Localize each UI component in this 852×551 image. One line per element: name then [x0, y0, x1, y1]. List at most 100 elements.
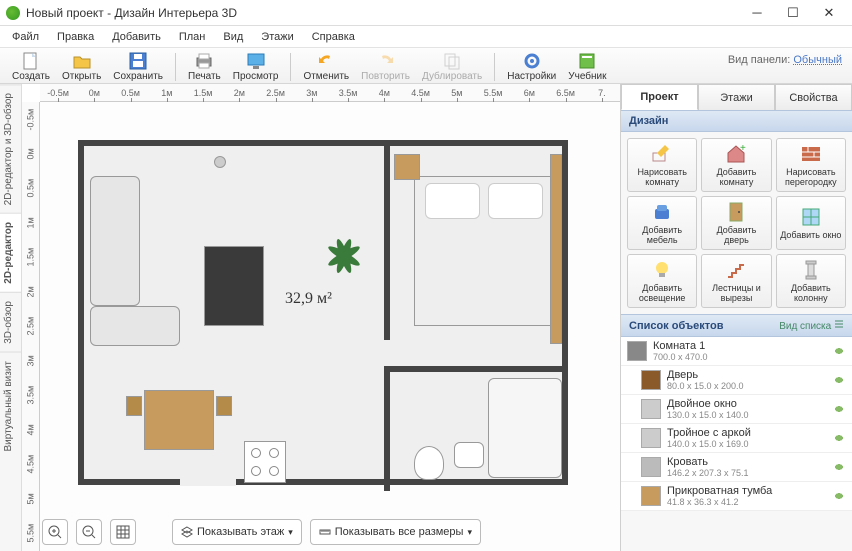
show-dimensions-button[interactable]: Показывать все размеры▾	[310, 519, 481, 545]
menu-edit[interactable]: Правка	[49, 29, 102, 45]
panel-mode-link[interactable]: Обычный	[793, 54, 842, 66]
sink[interactable]	[454, 442, 484, 468]
print-button[interactable]: Печать	[182, 50, 227, 83]
tab-properties[interactable]: Свойства	[775, 84, 852, 110]
create-button[interactable]: Создать	[6, 50, 56, 83]
open-button[interactable]: Открыть	[56, 50, 107, 83]
tab-floors[interactable]: Этажи	[698, 84, 775, 110]
close-button[interactable]: ✕	[812, 2, 846, 24]
new-file-icon	[21, 51, 41, 71]
object-list: Комната 1700.0 x 470.0 Дверь80.0 x 15.0 …	[621, 337, 852, 551]
partition-wall[interactable]	[384, 366, 568, 372]
wardrobe[interactable]	[550, 154, 562, 344]
preview-button[interactable]: Просмотр	[227, 50, 285, 83]
object-dims: 130.0 x 15.0 x 140.0	[667, 410, 826, 420]
separator	[494, 53, 495, 81]
layers-icon	[181, 526, 193, 538]
chair[interactable]	[126, 396, 142, 416]
object-row[interactable]: Двойное окно130.0 x 15.0 x 140.0	[621, 395, 852, 424]
object-row[interactable]: Дверь80.0 x 15.0 x 200.0	[621, 366, 852, 395]
menu-plan[interactable]: План	[171, 29, 214, 45]
object-row[interactable]: Тройное с аркой140.0 x 15.0 x 169.0	[621, 424, 852, 453]
table-icon	[641, 486, 661, 506]
maximize-button[interactable]: ☐	[776, 2, 810, 24]
door-icon	[725, 201, 747, 223]
undo-button[interactable]: Отменить	[297, 50, 355, 83]
ruler-horizontal: -0.5м0м0.5м1м1.5м2м2.5м3м3.5м4м4.5м5м5.5…	[40, 84, 620, 102]
draw-room-button[interactable]: Нарисовать комнату	[627, 138, 697, 192]
visibility-toggle[interactable]	[832, 491, 846, 501]
settings-button[interactable]: Настройки	[501, 50, 562, 83]
save-button[interactable]: Сохранить	[107, 50, 169, 83]
object-row[interactable]: Прикроватная тумба41.8 x 36.3 x 41.2	[621, 482, 852, 511]
partition-wall[interactable]	[384, 140, 390, 340]
add-window-button[interactable]: Добавить окно	[776, 196, 846, 250]
floorplan-stage[interactable]: 32,9 м²	[40, 102, 620, 551]
room-outline[interactable]	[78, 140, 568, 485]
zoom-in-button[interactable]	[42, 519, 68, 545]
ceiling-lamp[interactable]	[214, 156, 226, 168]
menu-help[interactable]: Справка	[304, 29, 363, 45]
object-dims: 80.0 x 15.0 x 200.0	[667, 381, 826, 391]
object-dims: 41.8 x 36.3 x 41.2	[667, 497, 826, 507]
window-icon	[641, 428, 661, 448]
visibility-toggle[interactable]	[832, 375, 846, 385]
armchair-icon	[651, 201, 673, 223]
zoom-out-button[interactable]	[76, 519, 102, 545]
visibility-toggle[interactable]	[832, 346, 846, 356]
add-furniture-button[interactable]: Добавить мебель	[627, 196, 697, 250]
bed[interactable]	[414, 176, 554, 326]
add-column-button[interactable]: Добавить колонну	[776, 254, 846, 308]
plant[interactable]	[324, 236, 364, 276]
tv-unit[interactable]	[204, 246, 264, 326]
object-row[interactable]: Кровать146.2 x 207.3 x 75.1	[621, 453, 852, 482]
chair[interactable]	[216, 396, 232, 416]
redo-button[interactable]: Повторить	[355, 50, 416, 83]
visibility-toggle[interactable]	[832, 433, 846, 443]
menu-add[interactable]: Добавить	[104, 29, 169, 45]
draw-partition-button[interactable]: Нарисовать перегородку	[776, 138, 846, 192]
column-icon	[800, 259, 822, 281]
show-floor-button[interactable]: Показывать этаж▾	[172, 519, 302, 545]
ruler-icon	[319, 526, 331, 538]
object-name: Комната 1	[653, 340, 826, 352]
nightstand[interactable]	[394, 154, 420, 180]
object-dims: 146.2 x 207.3 x 75.1	[667, 468, 826, 478]
grid-toggle-button[interactable]	[110, 519, 136, 545]
tab-project[interactable]: Проект	[621, 84, 698, 110]
tab-2d-editor[interactable]: 2D-редактор	[0, 213, 21, 292]
minimize-button[interactable]: ─	[740, 2, 774, 24]
toilet[interactable]	[414, 446, 444, 480]
duplicate-button[interactable]: Дублировать	[416, 50, 488, 83]
menu-floors[interactable]: Этажи	[253, 29, 301, 45]
add-door-button[interactable]: Добавить дверь	[701, 196, 771, 250]
menu-view[interactable]: Вид	[215, 29, 251, 45]
visibility-toggle[interactable]	[832, 462, 846, 472]
menu-file[interactable]: Файл	[4, 29, 47, 45]
dining-table[interactable]	[144, 390, 214, 450]
toolbar: Создать Открыть Сохранить Печать Просмот…	[0, 48, 852, 84]
object-row[interactable]: Комната 1700.0 x 470.0	[621, 337, 852, 366]
sofa[interactable]	[90, 176, 140, 306]
stairs-button[interactable]: Лестницы и вырезы	[701, 254, 771, 308]
view-mode-link[interactable]: Вид списка	[779, 319, 844, 332]
add-room-button[interactable]: +Добавить комнату	[701, 138, 771, 192]
panel-mode: Вид панели: Обычный	[728, 54, 842, 66]
canvas-area: -0.5м0м0.5м1м1.5м2м2.5м3м3.5м4м4.5м5м5.5…	[22, 84, 620, 551]
object-name: Кровать	[667, 456, 826, 468]
partition-wall[interactable]	[384, 366, 390, 491]
zoom-out-icon	[82, 525, 96, 539]
add-light-button[interactable]: Добавить освещение	[627, 254, 697, 308]
help-button[interactable]: Учебник	[562, 50, 612, 83]
visibility-toggle[interactable]	[832, 404, 846, 414]
tab-2d-3d[interactable]: 2D-редактор и 3D-обзор	[0, 84, 21, 213]
tab-3d-view[interactable]: 3D-обзор	[0, 292, 21, 352]
pencil-room-icon	[651, 143, 673, 165]
bathtub[interactable]	[488, 378, 562, 478]
stove[interactable]	[244, 441, 286, 483]
tab-virtual-visit[interactable]: Виртуальный визит	[0, 352, 21, 460]
window-icon	[800, 206, 822, 228]
separator	[175, 53, 176, 81]
sofa[interactable]	[90, 306, 180, 346]
object-dims: 700.0 x 470.0	[653, 352, 826, 362]
